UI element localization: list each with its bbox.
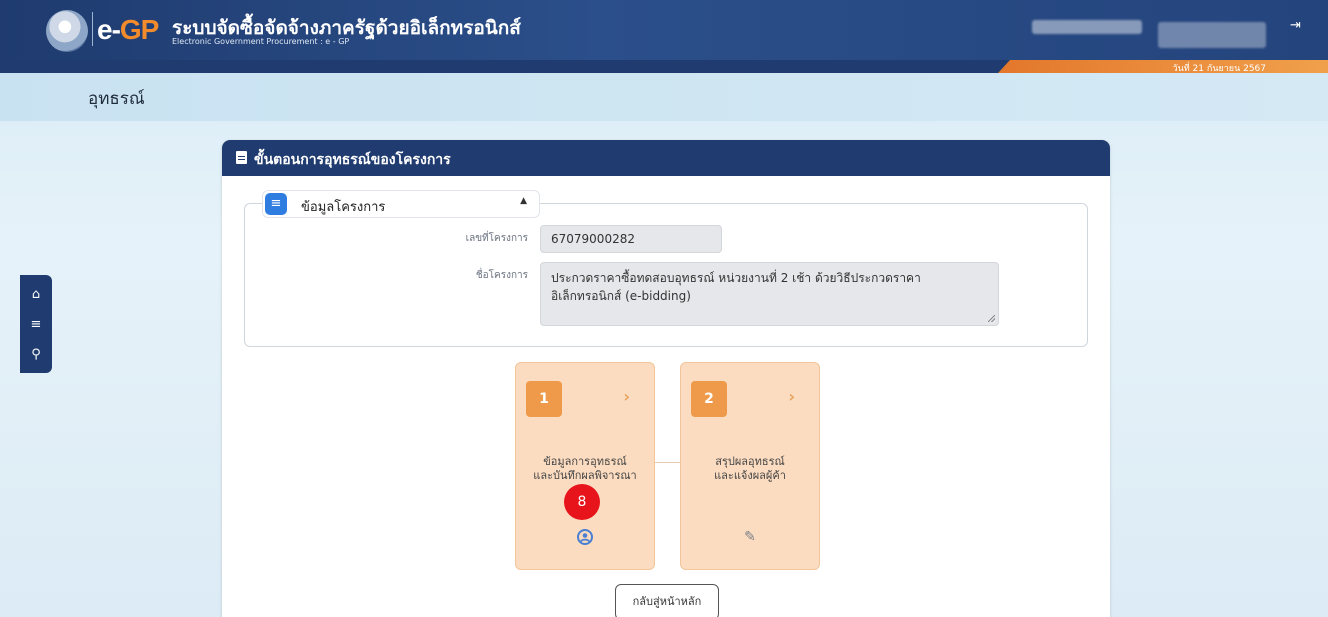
- step-label-line2: และบันทึกผลพิจารณา: [533, 469, 637, 482]
- egp-logo: e-GP: [97, 14, 159, 46]
- user-organization: [1158, 22, 1266, 48]
- logo-divider: [92, 12, 93, 46]
- project-info-title: ข้อมูลโครงการ: [301, 200, 386, 215]
- user-name: [1032, 20, 1142, 34]
- chevron-right-icon: ›: [623, 387, 630, 406]
- egp-logo-e: e-: [97, 14, 121, 45]
- menu-icon[interactable]: ≡: [20, 313, 52, 337]
- project-name-label: ชื่อโครงการ: [475, 270, 528, 281]
- caret-up-icon: ▲: [520, 196, 527, 206]
- user-circle-svg: [577, 529, 593, 545]
- chevron-right-icon: ›: [788, 387, 795, 406]
- home-icon[interactable]: ⌂: [20, 283, 52, 307]
- step-card-appeal-info[interactable]: 1 › ข้อมูลการอุทธรณ์ และบันทึกผลพิจารณา: [515, 362, 655, 570]
- list-icon: ≡: [265, 193, 287, 215]
- government-seal-logo: [46, 10, 88, 52]
- logout-icon[interactable]: ⇥: [1290, 18, 1306, 34]
- date-strip: [998, 60, 1328, 73]
- project-number-field: 67079000282: [540, 225, 722, 253]
- step-badge: 8: [564, 484, 600, 520]
- project-name-value: ประกวดราคาซื้อทดสอบอุทธรณ์ หน่วยงานที่ 2…: [551, 271, 921, 303]
- resize-handle-icon: [988, 315, 995, 322]
- edit-icon[interactable]: ✎: [681, 529, 819, 545]
- step-number: 2: [691, 381, 727, 417]
- side-navigation: ⌂ ≡ ⚲: [20, 275, 52, 373]
- app-subtitle: Electronic Government Procurement : e - …: [172, 37, 350, 46]
- egp-logo-gp: GP: [119, 14, 159, 45]
- panel-header: ขั้นตอนการอุทธรณ์ของโครงการ: [222, 140, 1110, 176]
- project-number-label: เลขที่โครงการ: [465, 233, 528, 244]
- step-card-appeal-summary[interactable]: 2 › สรุปผลอุทธรณ์ และแจ้งผลผู้ค้า ✎: [680, 362, 820, 570]
- project-info-toggle[interactable]: ≡ ข้อมูลโครงการ ▲: [262, 190, 540, 218]
- back-to-home-button[interactable]: กลับสู่หน้าหลัก: [615, 584, 719, 617]
- page-title: อุทธรณ์: [88, 89, 145, 109]
- panel-title: ขั้นตอนการอุทธรณ์ของโครงการ: [254, 152, 451, 168]
- project-name-field: ประกวดราคาซื้อทดสอบอุทธรณ์ หน่วยงานที่ 2…: [540, 262, 999, 326]
- step-number: 1: [526, 381, 562, 417]
- page-title-bar: [0, 73, 1328, 121]
- step-label-line1: ข้อมูลการอุทธรณ์: [543, 455, 627, 468]
- user-circle-icon[interactable]: [516, 529, 654, 549]
- step-label-line1: สรุปผลอุทธรณ์: [715, 455, 785, 468]
- document-icon: [236, 151, 247, 164]
- search-icon[interactable]: ⚲: [20, 343, 52, 367]
- step-label-line2: และแจ้งผลผู้ค้า: [714, 469, 786, 482]
